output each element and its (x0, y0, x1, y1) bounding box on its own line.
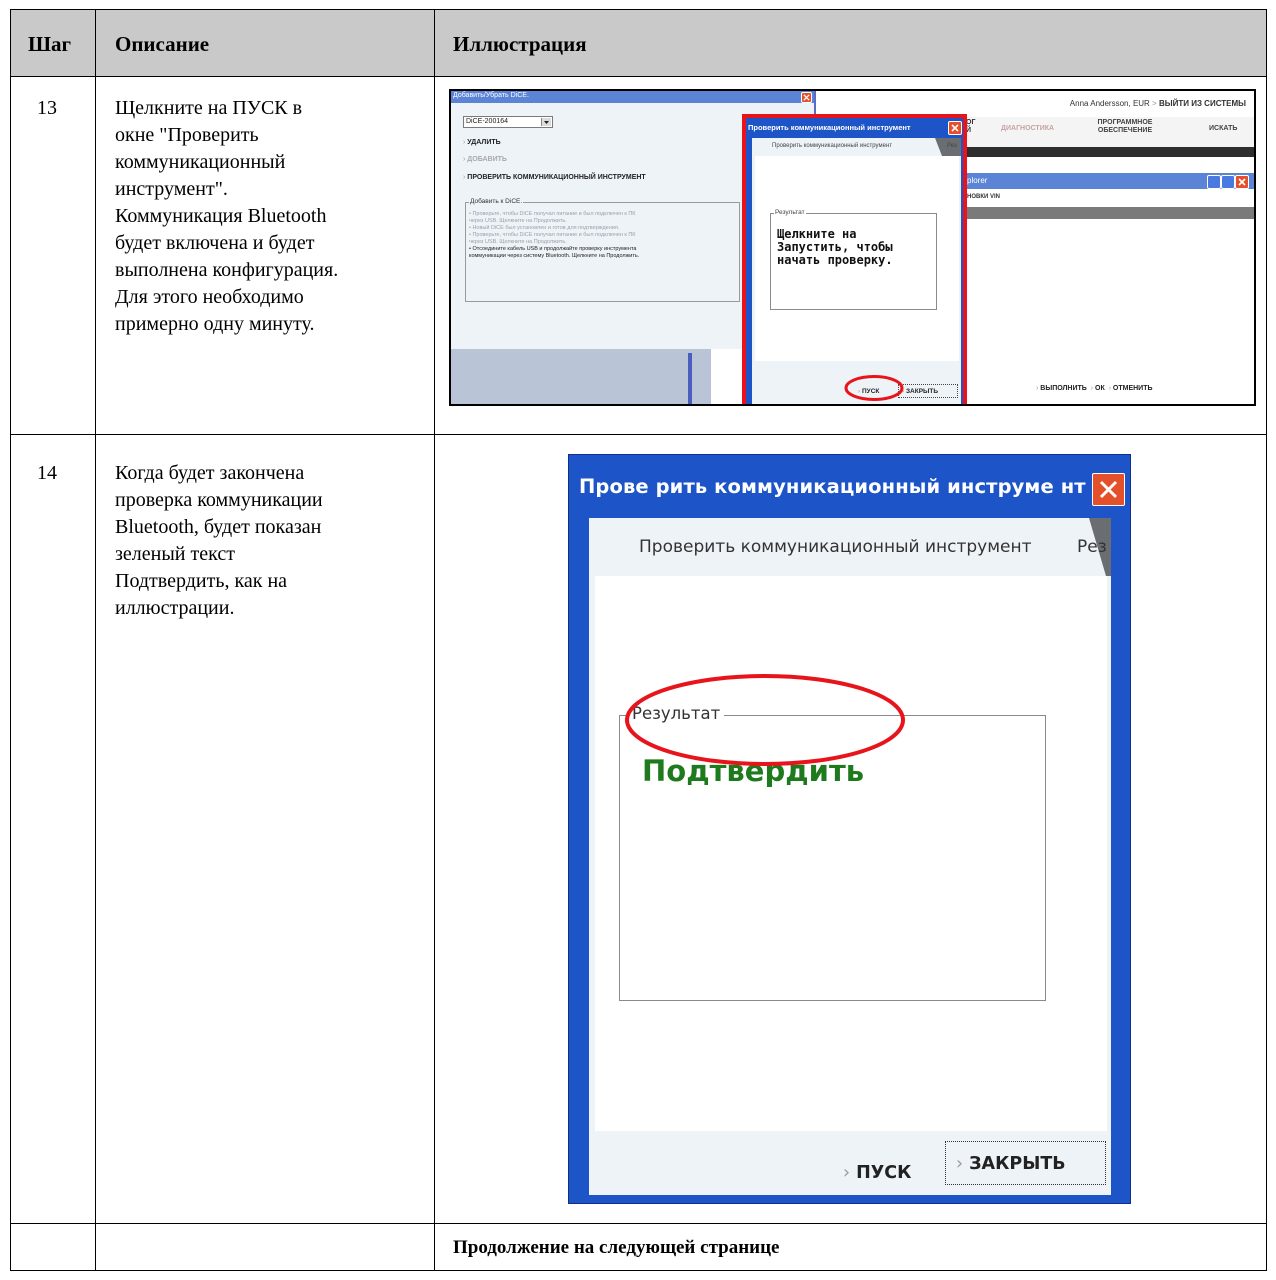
cancel-link[interactable]: ОТМЕНИТЬ (1113, 385, 1153, 392)
step-description: Когда будет закончена проверка коммуника… (115, 462, 323, 619)
dialog-body: Проверить коммуникационный инструмент Ре… (589, 518, 1111, 1195)
chevron-down-icon[interactable] (541, 118, 551, 126)
action-bar: › ВЫПОЛНИТЬ › ОК › ОТМЕНИТЬ (1036, 385, 1153, 392)
add-to-dice-group: Добавить к DiCE. • Проверьте, чтобы DiCE… (465, 198, 740, 302)
tab-result[interactable]: Рез (1077, 537, 1107, 557)
highlight-ellipse (844, 375, 904, 401)
step-description: Щелкните на ПУСК в окне "Проверить комму… (115, 97, 339, 335)
tab-check-tool[interactable]: Проверить коммуникационный инструмент (589, 518, 1106, 576)
maximize-icon[interactable] (1221, 175, 1235, 189)
nav-diagnostics[interactable]: ДИАГНОСТИКА (1001, 125, 1054, 132)
header-description: Описание (115, 32, 210, 56)
result-group: Результат Щелкните на Запустить, чтобы н… (770, 209, 937, 310)
check-tool-link[interactable]: › ПРОВЕРИТЬ КОММУНИКАЦИОННЫЙ ИНСТРУМЕНТ (463, 174, 646, 181)
tab-check-tool[interactable]: Проверить коммуникационный инструмент (772, 143, 892, 149)
close-icon[interactable] (1092, 473, 1125, 506)
close-icon[interactable] (801, 92, 812, 103)
close-icon[interactable] (1235, 175, 1249, 189)
close-icon[interactable] (948, 121, 962, 135)
nav-software[interactable]: ПРОГРАММНОЕ ОБЕСПЕЧЕНИЕ (1085, 119, 1165, 135)
remove-link[interactable]: › УДАЛИТЬ (463, 139, 501, 146)
instruction-message: Щелкните на Запустить, чтобы начать пров… (777, 227, 893, 267)
check-dialog-small: Проверить коммуникационный инструмент Пр… (742, 114, 967, 404)
ok-link[interactable]: ОК (1095, 385, 1105, 392)
user-bar: Anna Andersson, EUR > ВЫЙТИ ИЗ СИСТЕМЫ (1069, 99, 1246, 108)
step-number: 13 (37, 97, 57, 119)
tab-vin[interactable]: НОВКИ VIN (967, 194, 1000, 200)
header-step: Шаг (28, 32, 72, 56)
check-tool-dialog: Прове рить коммуникационный инструме нт … (568, 454, 1131, 1204)
minimize-icon[interactable] (1207, 175, 1221, 189)
continued-note: Продолжение на следующей странице (453, 1237, 780, 1258)
step-number: 14 (37, 462, 57, 484)
explorer-window: plorer НОВКИ VIN (949, 173, 1254, 401)
nav-search[interactable]: ИСКАТЬ (1209, 125, 1237, 132)
start-button[interactable]: › ПУСК (843, 1163, 911, 1183)
step13-illustration: Anna Andersson, EUR > ВЫЙТИ ИЗ СИСТЕМЫ О… (449, 89, 1256, 406)
close-button[interactable]: › ЗАКРЫТЬ (945, 1141, 1106, 1185)
highlight-ellipse (625, 674, 905, 766)
device-select[interactable]: DiCE-200164 (463, 116, 553, 128)
instructions-list: • Проверьте, чтобы DiCE получал питание … (469, 211, 640, 259)
dialog-content: Результат Подтвердить (595, 576, 1107, 1131)
dice-window-title: Добавить/Убрать DiCE. (453, 92, 529, 99)
add-link[interactable]: › ДОБАВИТЬ (463, 156, 507, 163)
dialog-title: Прове рить коммуникационный инструме нт (579, 475, 1086, 498)
close-button[interactable]: › ЗАКРЫТЬ (898, 384, 958, 398)
execute-link[interactable]: ВЫПОЛНИТЬ (1040, 385, 1087, 392)
header-illustration: Иллюстрация (453, 32, 587, 56)
logout-link[interactable]: ВЫЙТИ ИЗ СИСТЕМЫ (1159, 99, 1246, 108)
